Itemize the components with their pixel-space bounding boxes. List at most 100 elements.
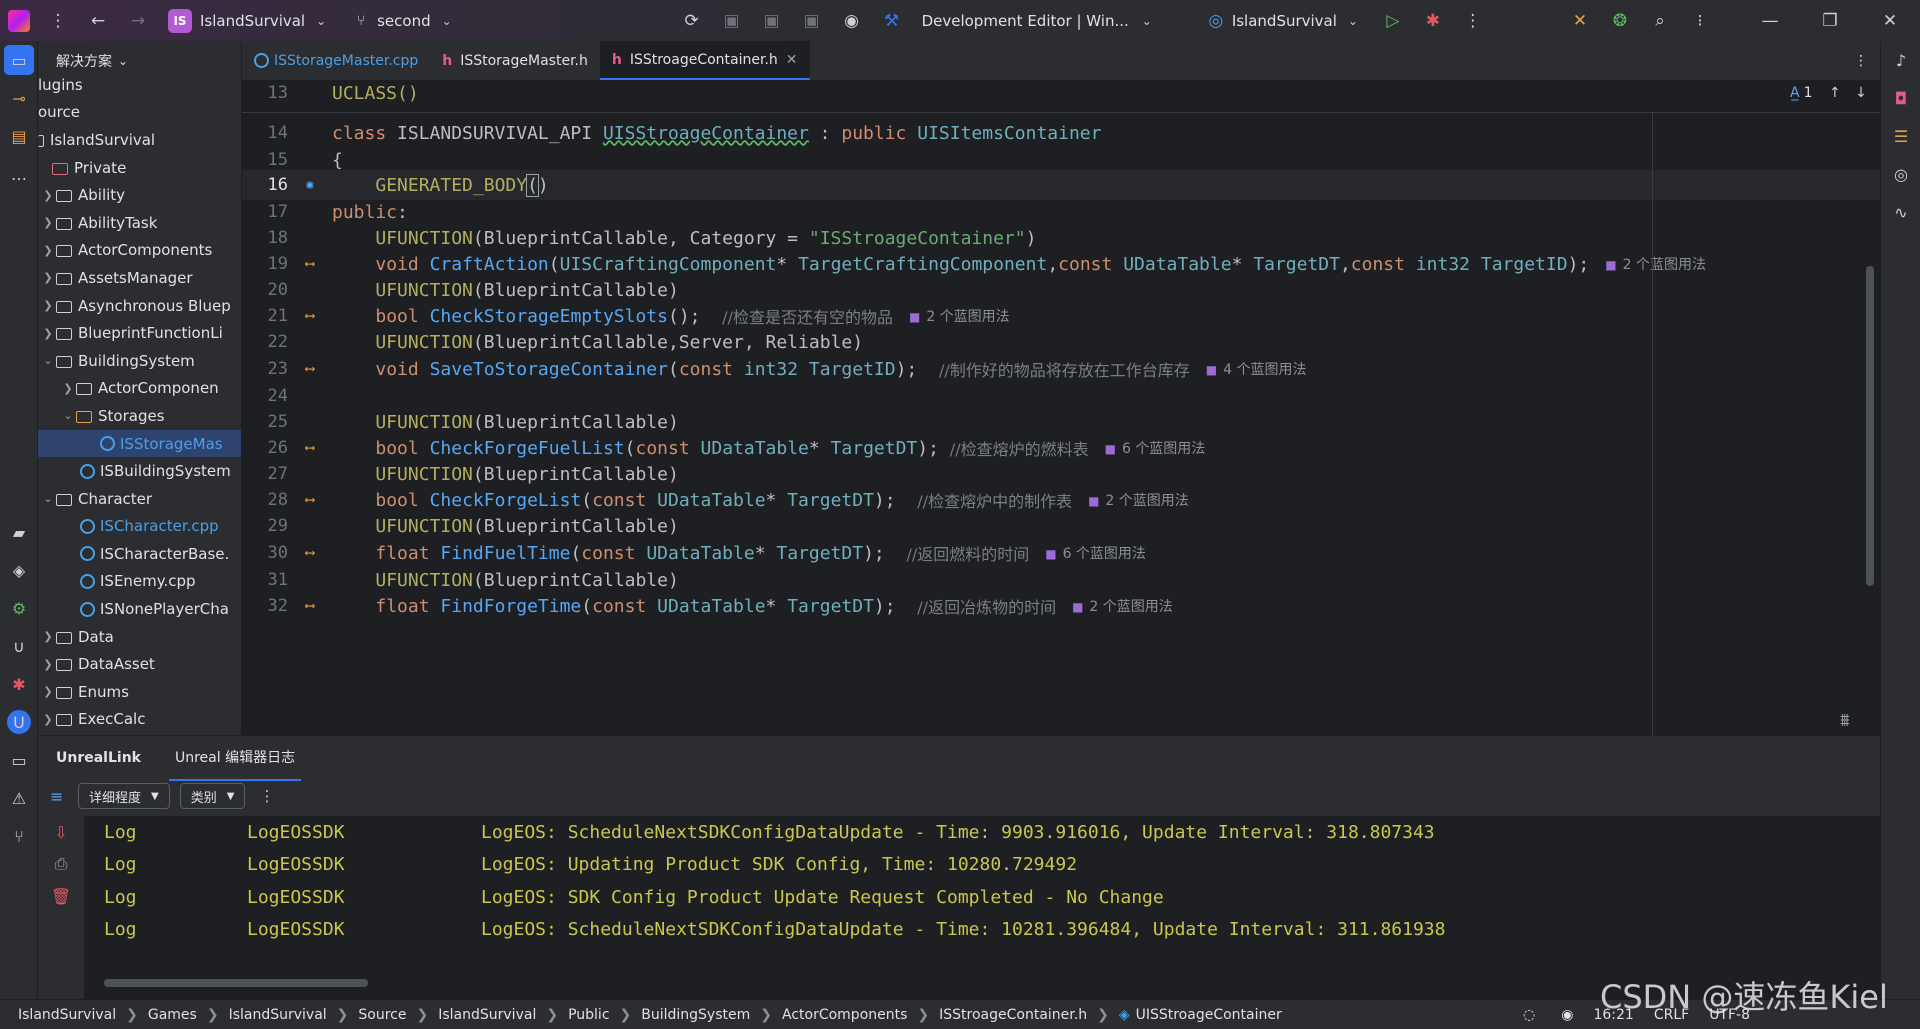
progress-icon[interactable]: ◌	[1523, 1007, 1535, 1023]
tree-item[interactable]: ❯ ExecCalc	[38, 706, 241, 734]
ai-assistant-button[interactable]: ❂	[1600, 0, 1640, 41]
breadcrumb-item[interactable]: Source	[358, 1007, 406, 1023]
tree-item[interactable]: ❯ AssetsManager	[38, 264, 241, 292]
tree-item[interactable]: Private	[38, 154, 241, 182]
run-config-selector[interactable]: Development Editor | Win... ⌄	[912, 0, 1167, 41]
plugins-tool-button[interactable]: ◘	[1881, 79, 1920, 117]
blueprint-usage-icon[interactable]: ⟷	[288, 492, 332, 508]
services-tool-button[interactable]: ⚙	[0, 589, 38, 627]
structure-tool-button[interactable]: ▤	[0, 117, 38, 155]
hammer-button[interactable]: ⚒	[872, 0, 912, 41]
run-button[interactable]: ▷	[1373, 0, 1413, 41]
breadcrumb-item[interactable]: IslandSurvival	[229, 1007, 327, 1023]
verbosity-dropdown[interactable]: 详细程度 ▼	[78, 783, 170, 809]
breadcrumb-item[interactable]: Games	[148, 1007, 197, 1023]
tree-item[interactable]: ISEnemy.cpp	[38, 568, 241, 596]
minimize-button[interactable]: —	[1740, 0, 1800, 41]
tools-button[interactable]: ✕	[1560, 0, 1600, 41]
log-horizontal-scrollbar[interactable]	[104, 979, 368, 987]
tree-item[interactable]: ❯ ActorComponen	[38, 375, 241, 403]
problems-tool-button[interactable]: ⚠	[0, 779, 38, 817]
chevron-right-icon[interactable]: ❯	[40, 216, 56, 229]
build-button[interactable]: ▣	[712, 0, 752, 41]
maximize-button[interactable]: ❐	[1800, 0, 1860, 41]
profiler-tool-button[interactable]: ∿	[1881, 193, 1920, 231]
app-logo[interactable]	[0, 0, 38, 41]
blueprint-usage-hint[interactable]: 2 个蓝图用法	[1088, 490, 1188, 510]
blueprint-usage-icon[interactable]: ⟷	[288, 440, 332, 456]
chevron-right-icon[interactable]: ❯	[40, 299, 56, 312]
tree-item[interactable]: lugins	[38, 71, 241, 99]
git-tool-button[interactable]: ⑂	[0, 817, 38, 855]
tree-item[interactable]: ❯ ActorComponents	[38, 237, 241, 265]
chevron-down-icon[interactable]: ⌄	[60, 409, 76, 422]
tree-item[interactable]: ❯ Data	[38, 623, 241, 651]
close-tab-icon[interactable]: ✕	[786, 52, 798, 68]
branch-selector[interactable]: ⑂ second ⌄	[341, 0, 467, 41]
database-tool-button[interactable]: ☰	[1881, 117, 1920, 155]
more-actions-button[interactable]: ⋮	[1453, 0, 1493, 41]
scroll-to-end-button[interactable]: ⇩	[38, 816, 84, 848]
lightbulb-icon[interactable]: ✺	[288, 177, 332, 193]
breadcrumb-item[interactable]: Public	[568, 1007, 609, 1023]
breadcrumb-item[interactable]: UISStroageContainer	[1136, 1007, 1282, 1023]
unreal-log-tool-button[interactable]: U	[0, 703, 38, 741]
tree-item-selected[interactable]: ISStorageMas	[38, 429, 241, 458]
breadcrumb-item[interactable]: BuildingSystem	[641, 1007, 750, 1023]
notifications-tool-button[interactable]: ♪	[1881, 41, 1920, 79]
blueprint-usage-icon[interactable]: ⟷	[288, 545, 332, 561]
settings-button[interactable]: ⁝	[1680, 0, 1720, 41]
forward-button[interactable]: →	[118, 0, 158, 41]
layers-tool-button[interactable]: ◈	[0, 551, 38, 589]
back-button[interactable]: ←	[78, 0, 118, 41]
chevron-right-icon[interactable]: ❯	[60, 382, 76, 395]
bookmarks-tool-button[interactable]: ▰	[0, 513, 38, 551]
tab-isstoragemaster-cpp[interactable]: ISStorageMaster.cpp	[242, 41, 430, 80]
reader-mode-icon[interactable]: ⩩	[1840, 710, 1850, 731]
clean-button[interactable]: ▣	[792, 0, 832, 41]
chevron-right-icon[interactable]: ❯	[40, 713, 56, 726]
blueprint-usage-hint[interactable]: 4 个蓝图用法	[1206, 359, 1306, 379]
chevron-right-icon[interactable]: ❯	[40, 685, 56, 698]
debug-tool-button[interactable]: ✱	[0, 665, 38, 703]
breadcrumb-item[interactable]: IslandSurvival	[438, 1007, 536, 1023]
unreal-button[interactable]: ◉	[832, 0, 872, 41]
more-tools-button[interactable]: …	[0, 155, 38, 193]
blueprint-usage-hint[interactable]: 6 个蓝图用法	[1105, 438, 1205, 458]
tree-item[interactable]: ❯ Ability	[38, 181, 241, 209]
tree-item[interactable]: ❯ Enums	[38, 678, 241, 706]
chevron-down-icon[interactable]: ⌄	[40, 492, 56, 505]
breadcrumb-item[interactable]: ISStroageContainer.h	[939, 1007, 1087, 1023]
editor-vertical-scrollbar[interactable]	[1866, 266, 1874, 586]
tree-item[interactable]: ISBuildingSystem	[38, 457, 241, 485]
blueprint-usage-hint[interactable]: 2 个蓝图用法	[1605, 254, 1706, 274]
blueprint-usage-icon[interactable]: ⟷	[288, 361, 332, 377]
breadcrumb-item[interactable]: IslandSurvival	[18, 1007, 116, 1023]
code-editor[interactable]: A̲ 1 ↑ ↓ 13 UCLASS() 14 class ISLANDSURVIVA…	[242, 81, 1880, 735]
tab-isstroagecontainer-h[interactable]: h ISStroageContainer.h ✕	[599, 41, 810, 80]
chevron-right-icon[interactable]: ❯	[40, 658, 56, 671]
tree-item[interactable]: ❯ DataAsset	[38, 650, 241, 678]
tab-unreallink[interactable]: UnrealLink	[56, 750, 141, 766]
refresh-button[interactable]: ⟳	[672, 0, 712, 41]
chevron-right-icon[interactable]: ❯	[40, 189, 56, 202]
tree-item[interactable]: ❯ Asynchronous Bluep	[38, 292, 241, 320]
project-selector[interactable]: IS IslandSurvival ⌄	[158, 0, 341, 41]
tree-item[interactable]: ❯ BlueprintFunctionLi	[38, 319, 241, 347]
category-dropdown[interactable]: 类别 ▼	[179, 783, 246, 809]
tab-options-button[interactable]: ⋮	[1842, 41, 1880, 80]
close-button[interactable]: ✕	[1860, 0, 1920, 41]
ai-tool-button[interactable]: ◎	[1881, 155, 1920, 193]
chevron-right-icon[interactable]: ❯	[40, 327, 56, 340]
rebuild-button[interactable]: ▣	[752, 0, 792, 41]
breadcrumb-item[interactable]: ActorComponents	[782, 1007, 907, 1023]
unreal-link-tool-button[interactable]: ∪	[0, 627, 38, 665]
search-button[interactable]: ⌕	[1640, 0, 1680, 41]
target-project-selector[interactable]: ◎ IslandSurvival ⌄	[1196, 0, 1373, 41]
clear-log-button[interactable]: 🗑	[38, 880, 84, 912]
tree-item[interactable]: ISNonePlayerCha	[38, 595, 241, 623]
tab-isstoragemaster-h[interactable]: h ISStorageMaster.h	[430, 41, 600, 80]
kebab-menu-icon[interactable]: ⋮	[259, 787, 274, 805]
chevron-down-icon[interactable]: ⌄	[40, 354, 56, 367]
tree-item[interactable]: ⌄ Character	[38, 485, 241, 513]
